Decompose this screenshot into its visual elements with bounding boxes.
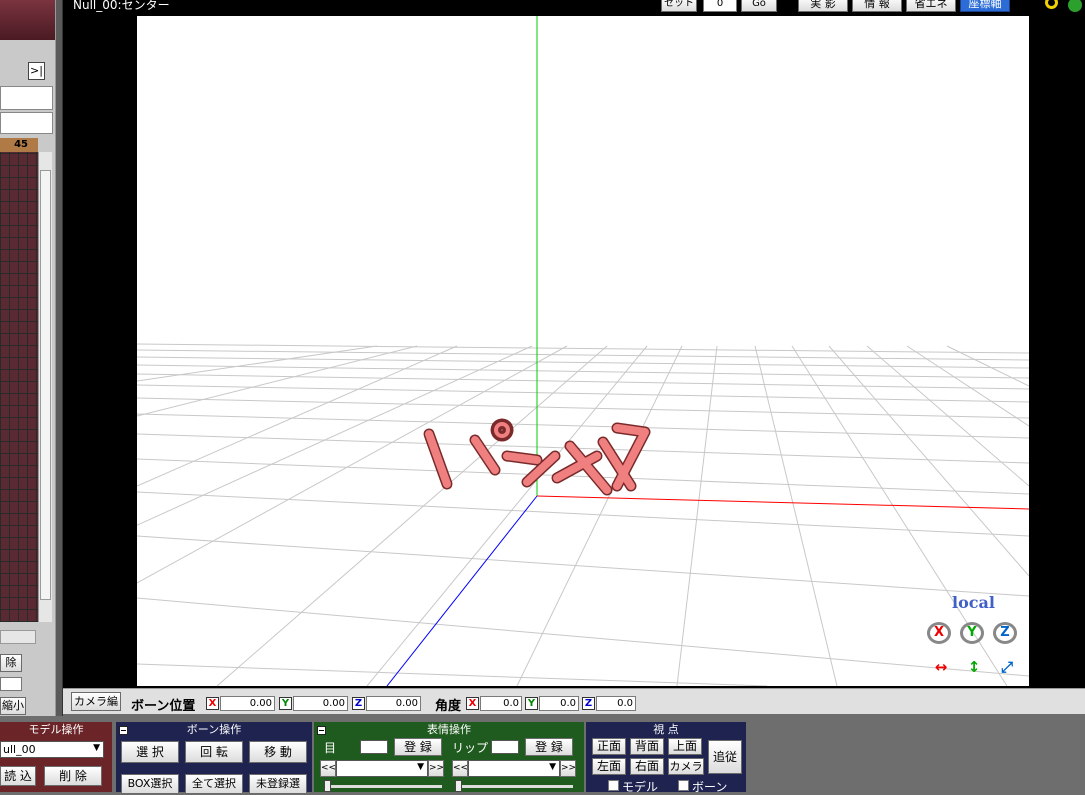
angle-x-badge: X xyxy=(466,697,479,710)
info-toggle[interactable]: 情 報 xyxy=(852,0,902,12)
expand-button[interactable]: >| xyxy=(28,62,45,80)
model-follow-checkbox[interactable] xyxy=(608,780,619,791)
bone-move-button[interactable]: 移 動 xyxy=(249,741,307,763)
select-all-button[interactable]: 全て選択 xyxy=(185,774,243,794)
chevron-down-icon: ▼ xyxy=(93,743,100,753)
bone-position-bar: カメラ編 ボーン位置 X 0.00 Y 0.00 Z 0.00 角度 X 0.0… xyxy=(63,688,1085,714)
angle-y-badge: Y xyxy=(525,697,538,710)
view-back-button[interactable]: 背面 xyxy=(630,738,664,755)
panel-divider[interactable] xyxy=(55,0,63,720)
view-front-button[interactable]: 正面 xyxy=(592,738,626,755)
bone-list-field-2[interactable] xyxy=(0,112,53,134)
frame-number-input[interactable]: 0 xyxy=(703,0,737,12)
eye-label: 目 xyxy=(324,741,337,755)
view-panel-title: 視 点 xyxy=(653,723,679,736)
eye-morph-select[interactable]: ▼ xyxy=(336,760,428,777)
model-follow-label: モデル xyxy=(622,780,659,794)
rotate-y-icon[interactable]: Y xyxy=(960,622,984,644)
go-button[interactable]: Go xyxy=(741,0,777,12)
model-select[interactable]: ull_00 ▼ xyxy=(0,741,104,758)
lip-label: リップ xyxy=(452,741,489,755)
pos-z-field[interactable]: 0.00 xyxy=(366,696,421,711)
view-panel: 視 点 正面 背面 上面 左面 右面 カメラ 追従 モデル ボーン xyxy=(586,722,746,794)
load-model-button[interactable]: 読 込 xyxy=(0,766,36,786)
timeline-grid[interactable] xyxy=(0,152,38,622)
angle-z-field[interactable]: 0.0 xyxy=(596,696,636,711)
3d-canvas[interactable]: local xyxy=(137,16,1029,686)
bone-panel-title: ボーン操作 xyxy=(186,723,242,736)
left-panel: >| 45 除 縮小 xyxy=(0,0,60,720)
bone-select-button[interactable]: 選 択 xyxy=(121,741,179,763)
lip-slider-thumb[interactable] xyxy=(455,780,462,792)
zoom-icon[interactable] xyxy=(1045,0,1058,9)
eye-slider-track[interactable] xyxy=(324,785,442,788)
bone-list-field[interactable] xyxy=(0,86,53,110)
chevron-down-icon: ▼ xyxy=(417,762,424,772)
bone-panel: ボーン操作 選 択 回 転 移 動 BOX選択 全て選択 未登録選 xyxy=(116,722,312,794)
rotate-z-icon[interactable]: Z xyxy=(993,622,1017,644)
angle-label: 角度 xyxy=(435,699,462,714)
bone-follow-label: ボーン xyxy=(692,780,728,794)
lip-morph-select[interactable]: ▼ xyxy=(468,760,560,777)
eye-prev-button[interactable]: << xyxy=(320,760,336,777)
lip-value-input[interactable] xyxy=(491,740,519,754)
follow-button[interactable]: 追従 xyxy=(708,740,742,774)
expression-panel-title: 表情操作 xyxy=(427,723,471,736)
lip-prev-button[interactable]: << xyxy=(452,760,468,777)
pos-y-field[interactable]: 0.00 xyxy=(293,696,348,711)
lip-slider-track[interactable] xyxy=(455,785,573,788)
camera-edit-button[interactable]: カメラ編 xyxy=(71,692,121,711)
view-left-button[interactable]: 左面 xyxy=(592,758,626,775)
eye-register-button[interactable]: 登 録 xyxy=(394,738,442,756)
angle-z-badge: Z xyxy=(582,697,595,710)
bone-rotate-button[interactable]: 回 転 xyxy=(185,741,243,763)
move-y-icon[interactable]: ↕ xyxy=(960,656,988,678)
expression-panel: 表情操作 目 登 録 リップ 登 録 << ▼ >> << ▼ >> xyxy=(314,722,584,792)
view-camera-button[interactable]: カメラ xyxy=(668,758,704,775)
lip-next-button[interactable]: >> xyxy=(560,760,576,777)
eye-next-button[interactable]: >> xyxy=(428,760,444,777)
axis-toggle[interactable]: 座標軸 xyxy=(960,0,1010,12)
angle-x-field[interactable]: 0.0 xyxy=(480,696,522,711)
delete-key-button[interactable]: 除 xyxy=(0,654,22,672)
delete-model-button[interactable]: 削 除 xyxy=(44,766,102,786)
local-label: local xyxy=(952,593,995,612)
box-select-button[interactable]: BOX選択 xyxy=(121,774,179,794)
pos-z-badge: Z xyxy=(352,697,365,710)
viewport-title: Null_00:センター xyxy=(73,0,170,12)
move-z-icon[interactable]: ⤢ xyxy=(993,656,1021,678)
move-x-icon[interactable]: ↔ xyxy=(927,656,955,678)
timeline-vscrollbar[interactable] xyxy=(38,152,52,622)
frame-header: 45 xyxy=(0,138,38,152)
lip-register-button[interactable]: 登 録 xyxy=(525,738,573,756)
move-icon[interactable] xyxy=(1068,0,1082,12)
model-select-value: ull_00 xyxy=(3,743,36,756)
angle-y-field[interactable]: 0.0 xyxy=(539,696,579,711)
rotate-x-icon[interactable]: X xyxy=(927,622,951,644)
chevron-down-icon: ▼ xyxy=(549,762,556,772)
pos-y-badge: Y xyxy=(279,697,292,710)
pos-x-field[interactable]: 0.00 xyxy=(220,696,275,711)
eye-slider-thumb[interactable] xyxy=(324,780,331,792)
bone-position-label: ボーン位置 xyxy=(131,699,196,714)
shrink-button[interactable]: 縮小 xyxy=(0,697,26,715)
frame-input[interactable] xyxy=(0,677,22,691)
model-panel-title: モデル操作 xyxy=(28,723,84,736)
timeline-hscrollbar[interactable] xyxy=(0,630,36,644)
view-top-button[interactable]: 上面 xyxy=(668,738,702,755)
unregistered-select-button[interactable]: 未登録選 xyxy=(249,774,307,794)
left-panel-header xyxy=(0,0,55,40)
viewport-frame: Null_00:センター セット 0 Go 実 影 情 報 省エネ 座標軸 lo… xyxy=(63,0,1085,688)
eye-value-input[interactable] xyxy=(360,740,388,754)
pos-x-badge: X xyxy=(206,697,219,710)
scrollbar-thumb[interactable] xyxy=(40,170,51,600)
bone-follow-checkbox[interactable] xyxy=(678,780,689,791)
model-panel: モデル操作 ull_00 ▼ 読 込 削 除 xyxy=(0,722,112,792)
shadow-toggle[interactable]: 実 影 xyxy=(798,0,848,12)
view-right-button[interactable]: 右面 xyxy=(630,758,664,775)
eco-toggle[interactable]: 省エネ xyxy=(906,0,956,12)
set-button[interactable]: セット xyxy=(661,0,697,12)
